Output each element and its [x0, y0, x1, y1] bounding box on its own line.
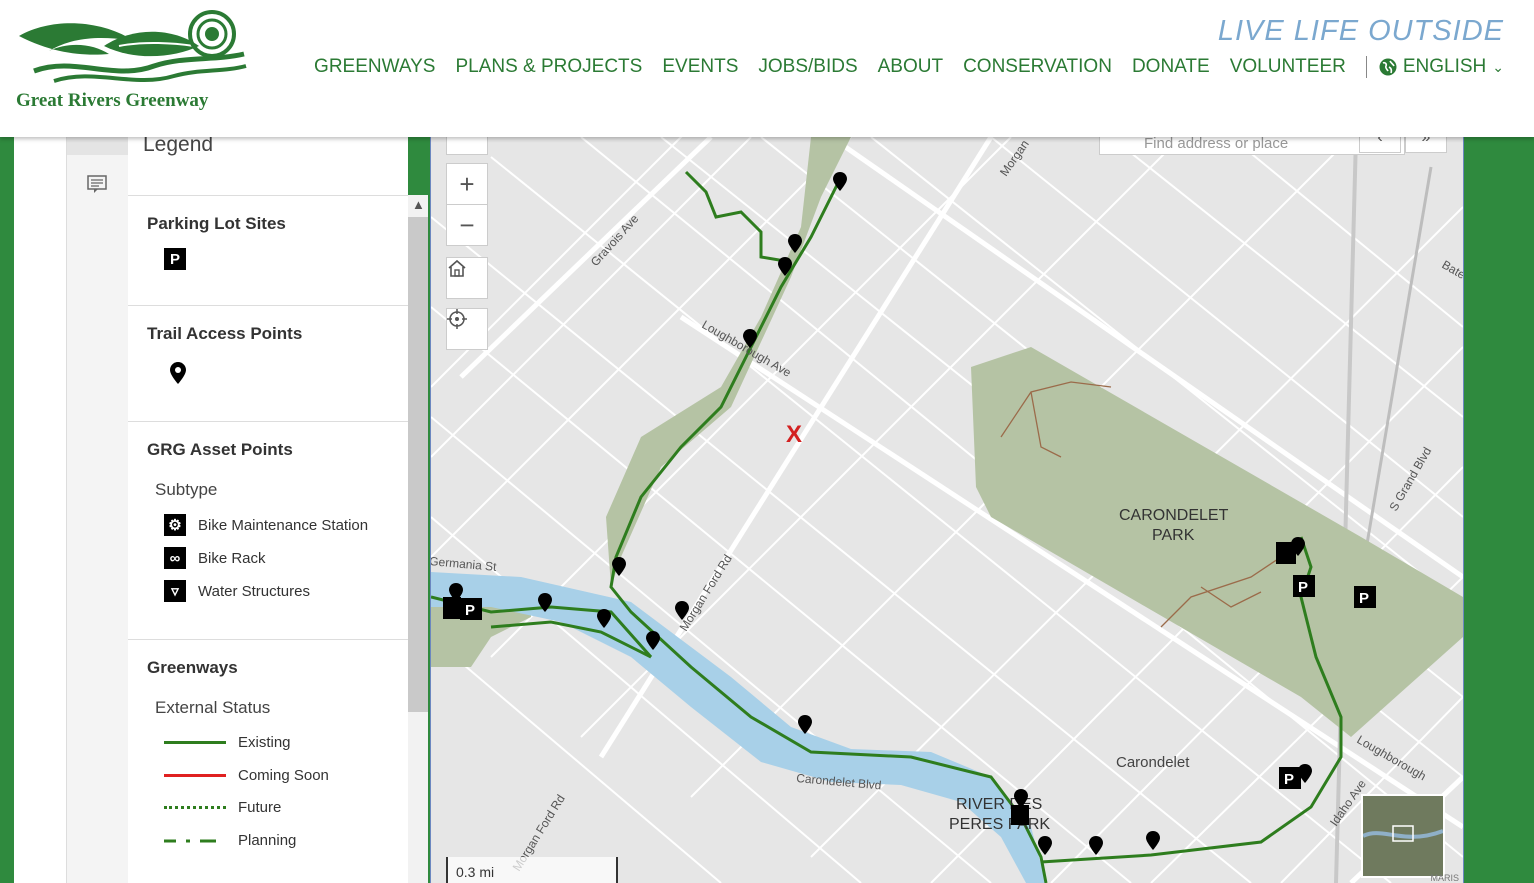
nav-about[interactable]: ABOUT — [878, 56, 943, 78]
parking-marker-1: P — [465, 602, 475, 619]
scale-bar: 0.3 mi — [446, 857, 618, 883]
water-structure-icon: ▿ — [164, 580, 186, 602]
bike-maintenance-icon: ⚙ — [164, 514, 186, 536]
parking-marker-3: P — [1359, 590, 1369, 607]
widget-toolbar — [66, 137, 130, 883]
map-view[interactable]: Gravois Ave Loughborough Ave Morgan Morg… — [430, 137, 1464, 883]
legend-item-existing: Existing — [164, 734, 291, 751]
location-marker: X — [786, 421, 802, 448]
legend-section-trail-access: Trail Access Points — [128, 305, 408, 421]
map-label-gravois: Gravois Ave — [588, 211, 642, 269]
map-label-carondelet-park-1: CARONDELET — [1119, 507, 1229, 524]
locate-icon — [447, 309, 467, 329]
search-prev-button[interactable]: ‹ — [1359, 137, 1401, 153]
language-label: ENGLISH — [1402, 56, 1487, 77]
legend-item-label: Bike Maintenance Station — [198, 516, 369, 534]
legend-item-label: Bike Rack — [198, 549, 266, 567]
map-label-germania: Germania St — [431, 554, 498, 574]
legend-item-label: Planning — [238, 832, 297, 849]
assets-subhead: Subtype — [155, 480, 218, 499]
nav-donate[interactable]: DONATE — [1132, 56, 1210, 78]
nav-greenways[interactable]: GREENWAYS — [314, 56, 435, 78]
legend-item-bike-rack: ∞ Bike Rack — [164, 547, 266, 569]
map-label-carondelet: Carondelet — [1116, 754, 1190, 771]
legend-item-water-structures: ▿ Water Structures — [164, 580, 310, 602]
legend-title: Legend — [143, 137, 214, 156]
line-solid-green-icon — [164, 741, 226, 744]
legend-item-coming-soon: Coming Soon — [164, 767, 329, 784]
legend-item-bike-maintenance: ⚙ Bike Maintenance Station — [164, 514, 368, 536]
tagline: LIVE LIFE OUTSIDE — [1217, 15, 1504, 47]
scroll-thumb[interactable] — [408, 217, 428, 712]
nav-volunteer[interactable]: VOLUNTEER — [1230, 56, 1346, 78]
assets-title: GRG Asset Points — [147, 440, 293, 459]
legend-item-label: Coming Soon — [238, 767, 329, 784]
home-button[interactable] — [446, 257, 488, 299]
nav-divider — [1365, 56, 1367, 78]
line-solid-red-icon — [164, 774, 226, 777]
legend-section-parking: Parking Lot Sites P — [128, 195, 408, 306]
legend-icon[interactable] — [87, 175, 107, 193]
map-label-bates: Bates — [1440, 257, 1464, 284]
nav-jobs-bids[interactable]: JOBS/BIDS — [758, 56, 857, 78]
legend-item-label: Existing — [238, 734, 291, 751]
trail-access-title: Trail Access Points — [147, 324, 303, 343]
main-nav: GREENWAYS PLANS & PROJECTS EVENTS JOBS/B… — [294, 56, 1504, 78]
map-pin-icon — [170, 362, 186, 384]
nav-conservation[interactable]: CONSERVATION — [963, 56, 1112, 78]
search-expand-button[interactable]: » — [1405, 137, 1447, 153]
nav-events[interactable]: EVENTS — [662, 56, 738, 78]
nav-plans-projects[interactable]: PLANS & PROJECTS — [455, 56, 642, 78]
page-gutter — [14, 137, 66, 883]
scroll-up-icon[interactable]: ▲ — [412, 197, 425, 212]
parking-marker-2: P — [1298, 579, 1308, 596]
parking-title: Parking Lot Sites — [147, 214, 286, 233]
chevron-down-icon: ⌄ — [1492, 58, 1504, 75]
globe-icon — [1379, 58, 1397, 76]
language-selector[interactable]: ENGLISH ⌄ — [1379, 56, 1504, 78]
legend-item-label: Future — [238, 799, 282, 816]
legend-section-greenways: Greenways External Status Existing Comin… — [128, 639, 408, 883]
greenways-subhead: External Status — [155, 698, 271, 717]
greenways-title: Greenways — [147, 658, 238, 677]
line-dashdot-green-icon — [164, 839, 216, 842]
bike-rack-icon: ∞ — [164, 547, 186, 569]
rail-line — [1334, 137, 1358, 883]
map-label-river-des-peres-1: RIVER DES — [956, 796, 1042, 813]
legend-item-planning: Planning — [164, 832, 296, 849]
zoom-in-button[interactable]: + — [446, 163, 488, 205]
locate-button[interactable] — [446, 308, 488, 350]
logo-text: Great Rivers Greenway — [16, 90, 209, 111]
home-icon — [448, 259, 466, 277]
map-label-carondelet-park-2: PARK — [1152, 527, 1195, 544]
legend-scrollbar[interactable]: ▲ — [408, 195, 428, 883]
site-header: Great Rivers Greenway LIVE LIFE OUTSIDE … — [0, 0, 1534, 137]
legend-item-future: Future — [164, 799, 281, 816]
parking-marker-4: P — [1284, 771, 1294, 788]
map-attribution: MARIS — [1430, 873, 1459, 883]
map-label-river-des-peres-2: PERES PARK — [949, 816, 1050, 833]
map-label-morgan: Morgan — [997, 137, 1032, 178]
map-canvas: Gravois Ave Loughborough Ave Morgan Morg… — [431, 137, 1463, 883]
zoom-out-button[interactable]: − — [446, 204, 488, 246]
overview-thumbnail — [1363, 796, 1443, 876]
overview-map[interactable] — [1361, 794, 1445, 878]
legend-section-assets: GRG Asset Points Subtype ⚙ Bike Maintena… — [128, 421, 408, 640]
legend-panel: Legend Parking Lot Sites P Trail Access … — [128, 137, 408, 883]
legend-item-label: Water Structures — [198, 582, 310, 600]
active-tab-indicator — [67, 137, 129, 155]
parking-icon: P — [164, 248, 186, 270]
map-tool-button[interactable] — [446, 137, 488, 155]
line-dotted-green-icon — [164, 806, 226, 809]
parking-symbol: P — [164, 248, 198, 270]
